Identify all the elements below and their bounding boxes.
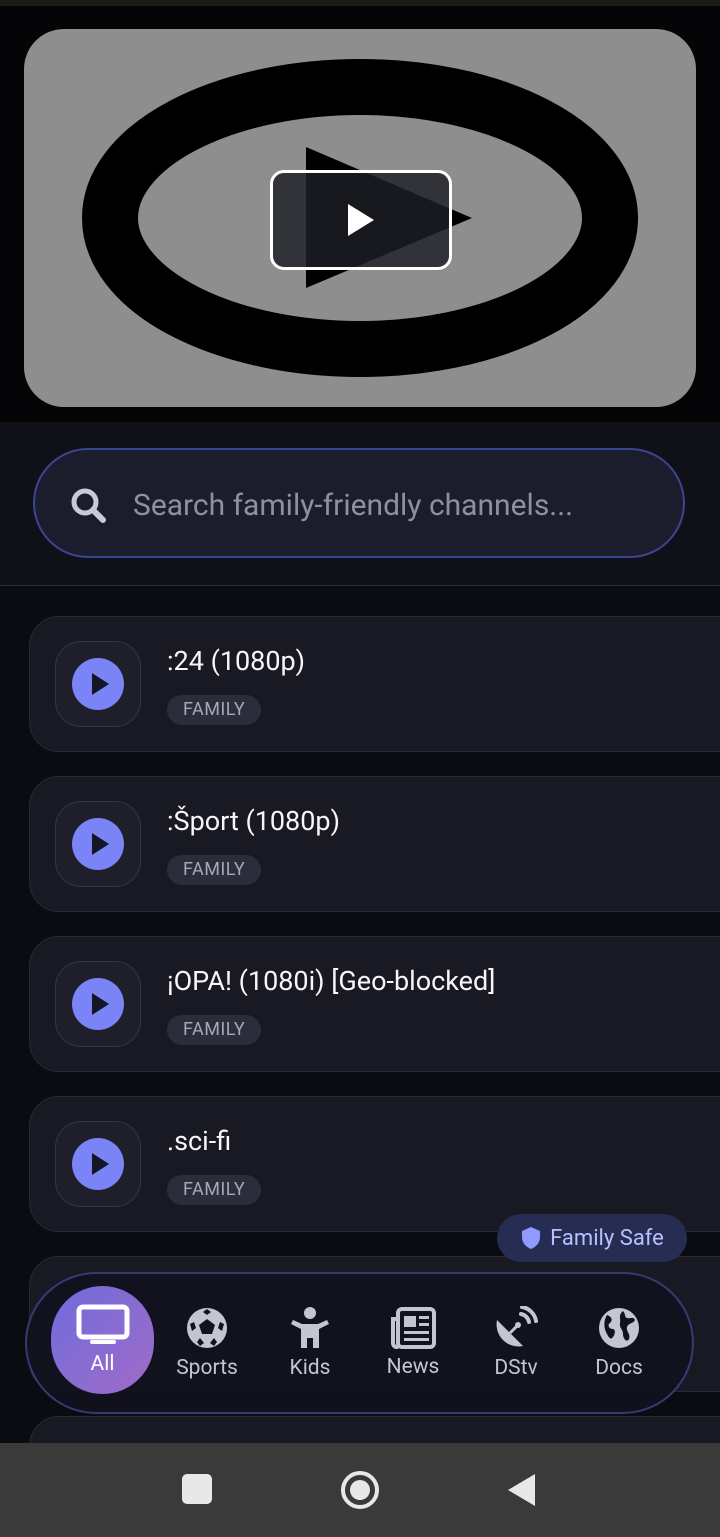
channel-thumbnail <box>55 801 141 887</box>
nav-label: Kids <box>289 1356 331 1380</box>
search-section <box>0 422 720 586</box>
channel-title: :24 (1080p) <box>167 645 306 677</box>
nav-item-news[interactable]: News <box>361 1274 465 1412</box>
play-circle-icon <box>72 1138 124 1190</box>
channel-title: :Šport (1080p) <box>167 805 340 837</box>
player-section <box>0 6 720 422</box>
channel-category-tag: FAMILY <box>167 695 262 725</box>
satellite-dish-icon <box>496 1306 538 1347</box>
nav-item-dstv[interactable]: DStv <box>464 1274 568 1412</box>
channel-card[interactable]: :Šport (1080p) FAMILY <box>29 776 720 912</box>
family-safe-badge: Family Safe <box>497 1214 687 1262</box>
globe-icon <box>599 1308 639 1348</box>
nav-label: All <box>90 1352 115 1376</box>
search-bar[interactable] <box>33 448 685 558</box>
nav-label: News <box>386 1355 440 1379</box>
nav-item-docs[interactable]: Docs <box>567 1274 671 1412</box>
shield-icon <box>522 1227 541 1249</box>
nav-label: Docs <box>595 1356 643 1380</box>
child-icon <box>291 1307 329 1348</box>
search-icon <box>71 488 106 523</box>
nav-label: Sports <box>176 1356 238 1380</box>
channel-title: .sci-fi <box>167 1125 232 1157</box>
channel-card[interactable] <box>29 1416 720 1443</box>
system-nav-bar <box>0 1443 720 1537</box>
channel-thumbnail <box>55 961 141 1047</box>
channel-title: ¡OPA! (1080i) [Geo-blocked] <box>167 965 496 997</box>
channel-card[interactable]: .sci-fi FAMILY <box>29 1096 720 1232</box>
soccer-ball-icon <box>187 1308 227 1348</box>
play-circle-icon <box>72 658 124 710</box>
search-input[interactable] <box>131 474 655 536</box>
nav-item-sports[interactable]: Sports <box>155 1274 259 1412</box>
channel-category-tag: FAMILY <box>167 1175 262 1205</box>
recents-icon[interactable] <box>180 1472 216 1508</box>
play-circle-icon <box>72 978 124 1030</box>
back-icon[interactable] <box>505 1472 539 1508</box>
nav-item-kids[interactable]: Kids <box>258 1274 362 1412</box>
play-icon <box>348 204 374 236</box>
tv-icon <box>76 1304 129 1344</box>
home-icon[interactable] <box>339 1469 381 1511</box>
channel-card[interactable]: :24 (1080p) FAMILY <box>29 616 720 752</box>
play-circle-icon <box>72 818 124 870</box>
newspaper-icon <box>391 1307 436 1349</box>
nav-item-all[interactable]: All <box>51 1286 154 1394</box>
family-safe-label: Family Safe <box>550 1225 664 1251</box>
video-player[interactable] <box>24 29 696 407</box>
bottom-nav: All Sports Kids News DStv Docs <box>25 1272 694 1414</box>
channel-category-tag: FAMILY <box>167 855 262 885</box>
nav-label: DStv <box>494 1356 538 1380</box>
channel-thumbnail <box>55 641 141 727</box>
channel-thumbnail <box>55 1121 141 1207</box>
play-button[interactable] <box>270 170 452 270</box>
channel-card[interactable]: ¡OPA! (1080i) [Geo-blocked] FAMILY <box>29 936 720 1072</box>
channel-category-tag: FAMILY <box>167 1015 262 1045</box>
